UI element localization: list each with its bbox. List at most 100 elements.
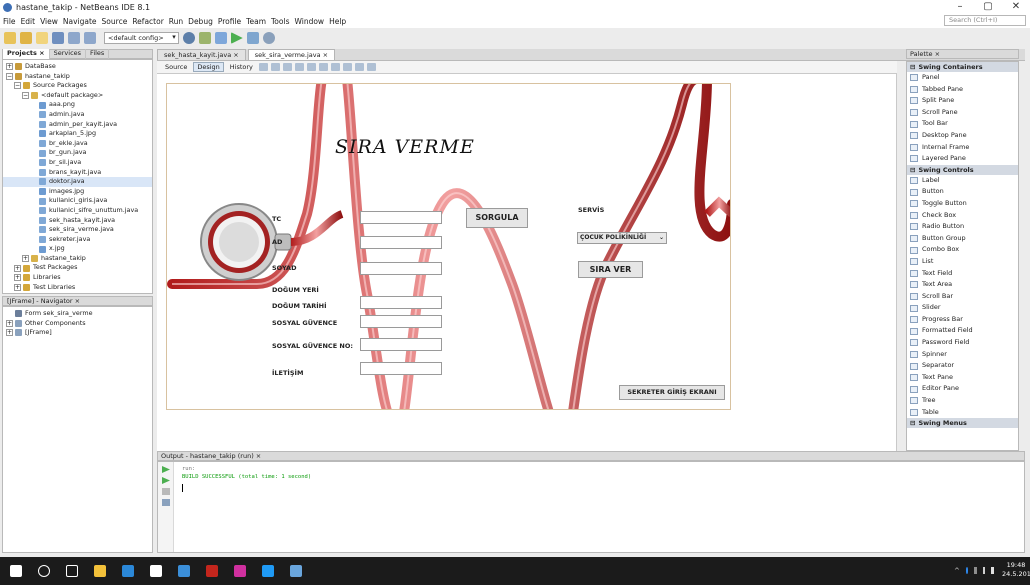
close-button[interactable]: ✕ bbox=[1002, 0, 1030, 14]
expand-toggle-icon[interactable]: + bbox=[6, 63, 13, 71]
tree-item[interactable]: images.jpg bbox=[3, 187, 152, 197]
tree-item[interactable]: x.jpg bbox=[3, 244, 152, 254]
sosyal-guvence-field[interactable] bbox=[360, 315, 442, 328]
tree-item[interactable]: Form sek_sira_verme bbox=[3, 309, 152, 319]
expand-toggle-icon[interactable]: + bbox=[6, 329, 13, 337]
palette-item[interactable]: Password Field bbox=[907, 337, 1018, 349]
new-project-icon[interactable] bbox=[4, 32, 16, 44]
tree-item[interactable]: + Other Components bbox=[3, 319, 152, 329]
palette-item[interactable]: Editor Pane bbox=[907, 383, 1018, 395]
expand-toggle-icon[interactable]: + bbox=[6, 319, 13, 327]
tree-item[interactable]: + Libraries bbox=[3, 273, 152, 283]
menu-view[interactable]: View bbox=[40, 17, 58, 26]
palette-item[interactable]: Text Area bbox=[907, 279, 1018, 291]
connection-mode-icon[interactable] bbox=[270, 63, 280, 71]
tree-item[interactable]: br_sil.java bbox=[3, 158, 152, 168]
menu-debug[interactable]: Debug bbox=[188, 17, 213, 26]
palette-item[interactable]: Tabbed Pane bbox=[907, 84, 1018, 96]
minimize-button[interactable]: – bbox=[946, 0, 974, 14]
tray-expand-icon[interactable]: ^ bbox=[954, 567, 960, 575]
editor-tab[interactable]: sek_hasta_kayit.java × bbox=[157, 49, 246, 60]
palette-item[interactable]: Panel bbox=[907, 72, 1018, 84]
align-center-icon[interactable] bbox=[318, 63, 328, 71]
editor-tab[interactable]: sek_sira_verme.java × bbox=[247, 49, 336, 60]
palette-item[interactable]: Formatted Field bbox=[907, 325, 1018, 337]
tree-item[interactable]: sek_sira_verme.java bbox=[3, 225, 152, 235]
clean-build-icon[interactable] bbox=[198, 32, 211, 44]
photoshop-icon[interactable] bbox=[262, 565, 274, 577]
palette-item[interactable]: Button Group bbox=[907, 233, 1018, 245]
tree-item[interactable]: − <default package> bbox=[3, 91, 152, 101]
undo-icon[interactable] bbox=[68, 32, 80, 44]
expand-toggle-icon[interactable]: + bbox=[22, 255, 29, 263]
palette-item[interactable]: Combo Box bbox=[907, 244, 1018, 256]
tree-item[interactable]: − hastane_takip bbox=[3, 72, 152, 82]
rerun-icon[interactable] bbox=[162, 466, 170, 473]
align-right-icon[interactable] bbox=[306, 63, 316, 71]
network-icon[interactable] bbox=[974, 567, 977, 574]
pink-app-icon[interactable] bbox=[234, 565, 246, 577]
tree-item[interactable]: + hastane_takip bbox=[3, 254, 152, 264]
menu-profile[interactable]: Profile bbox=[218, 17, 241, 26]
tree-item[interactable]: + Test Packages bbox=[3, 263, 152, 273]
task-view-icon[interactable] bbox=[66, 565, 78, 577]
palette-item[interactable]: Text Pane bbox=[907, 372, 1018, 384]
hammer-icon[interactable] bbox=[214, 32, 227, 44]
navigator-title[interactable]: [JFrame] - Navigator × bbox=[7, 297, 80, 305]
netbeans-icon[interactable] bbox=[290, 565, 302, 577]
servis-combo[interactable]: ÇOCUK POLİKİNLİĞİ ⌄ bbox=[577, 232, 667, 244]
config-select[interactable]: <default config> bbox=[104, 32, 179, 44]
file-explorer-icon[interactable] bbox=[94, 565, 106, 577]
tree-item[interactable]: sek_hasta_kayit.java bbox=[3, 216, 152, 226]
sekreter-giris-button[interactable]: SEKRETER GİRİŞ EKRANI bbox=[619, 385, 725, 400]
tree-item[interactable]: + Test Libraries bbox=[3, 283, 152, 293]
search-input[interactable]: Search (Ctrl+I) bbox=[944, 15, 1026, 26]
align-left-icon[interactable] bbox=[294, 63, 304, 71]
tree-item[interactable]: brans_kayit.java bbox=[3, 168, 152, 178]
palette-item[interactable]: Radio Button bbox=[907, 221, 1018, 233]
tree-item[interactable]: br_ekle.java bbox=[3, 139, 152, 149]
palette-item[interactable]: Layered Pane bbox=[907, 153, 1018, 165]
selection-mode-icon[interactable] bbox=[258, 63, 268, 71]
tab-services[interactable]: Services bbox=[50, 49, 87, 59]
profile-icon[interactable] bbox=[262, 32, 275, 44]
tree-item[interactable]: admin_per_kayit.java bbox=[3, 120, 152, 130]
menu-navigate[interactable]: Navigate bbox=[63, 17, 97, 26]
menu-run[interactable]: Run bbox=[169, 17, 183, 26]
palette-item[interactable]: Label bbox=[907, 175, 1018, 187]
design-view-button[interactable]: Design bbox=[193, 62, 224, 72]
system-clock[interactable]: 19:48 24.5.2016 bbox=[1002, 561, 1030, 579]
ad-field[interactable] bbox=[360, 236, 442, 249]
palette-item[interactable]: Tree bbox=[907, 395, 1018, 407]
resize-horizontal-icon[interactable] bbox=[354, 63, 364, 71]
palette-item[interactable]: Scroll Bar bbox=[907, 291, 1018, 303]
sosyal-guvence-no-field[interactable] bbox=[360, 338, 442, 351]
palette-item[interactable]: Separator bbox=[907, 360, 1018, 372]
source-view-button[interactable]: Source bbox=[161, 62, 191, 72]
palette-item[interactable]: Table bbox=[907, 407, 1018, 419]
notification-icon[interactable] bbox=[991, 567, 994, 574]
tree-item[interactable]: kullanici_sifre_unuttum.java bbox=[3, 206, 152, 216]
stop-icon[interactable] bbox=[162, 488, 170, 495]
palette-item[interactable]: Button bbox=[907, 186, 1018, 198]
palette-category[interactable]: ⊟ Swing Containers bbox=[907, 62, 1018, 72]
search-icon[interactable] bbox=[38, 565, 50, 577]
palette-item[interactable]: Slider bbox=[907, 302, 1018, 314]
menu-window[interactable]: Window bbox=[294, 17, 324, 26]
palette-item[interactable]: Internal Frame bbox=[907, 142, 1018, 154]
palette-item[interactable]: Progress Bar bbox=[907, 314, 1018, 326]
redo-icon[interactable] bbox=[84, 32, 96, 44]
expand-toggle-icon[interactable]: − bbox=[14, 82, 21, 90]
tree-item[interactable]: kullanici_giris.java bbox=[3, 196, 152, 206]
tab-projects[interactable]: Projects × bbox=[3, 49, 50, 59]
palette-item[interactable]: Scroll Pane bbox=[907, 107, 1018, 119]
edge-icon[interactable] bbox=[122, 565, 134, 577]
settings-icon[interactable] bbox=[162, 499, 170, 506]
palette-item[interactable]: Desktop Pane bbox=[907, 130, 1018, 142]
tab-files[interactable]: Files bbox=[86, 49, 110, 59]
dogum-yeri-field[interactable] bbox=[360, 296, 442, 309]
debug-icon[interactable] bbox=[246, 32, 259, 44]
palette-category[interactable]: ⊟ Swing Menus bbox=[907, 418, 1018, 429]
expand-toggle-icon[interactable]: + bbox=[14, 274, 21, 282]
expand-toggle-icon[interactable]: − bbox=[22, 92, 29, 100]
